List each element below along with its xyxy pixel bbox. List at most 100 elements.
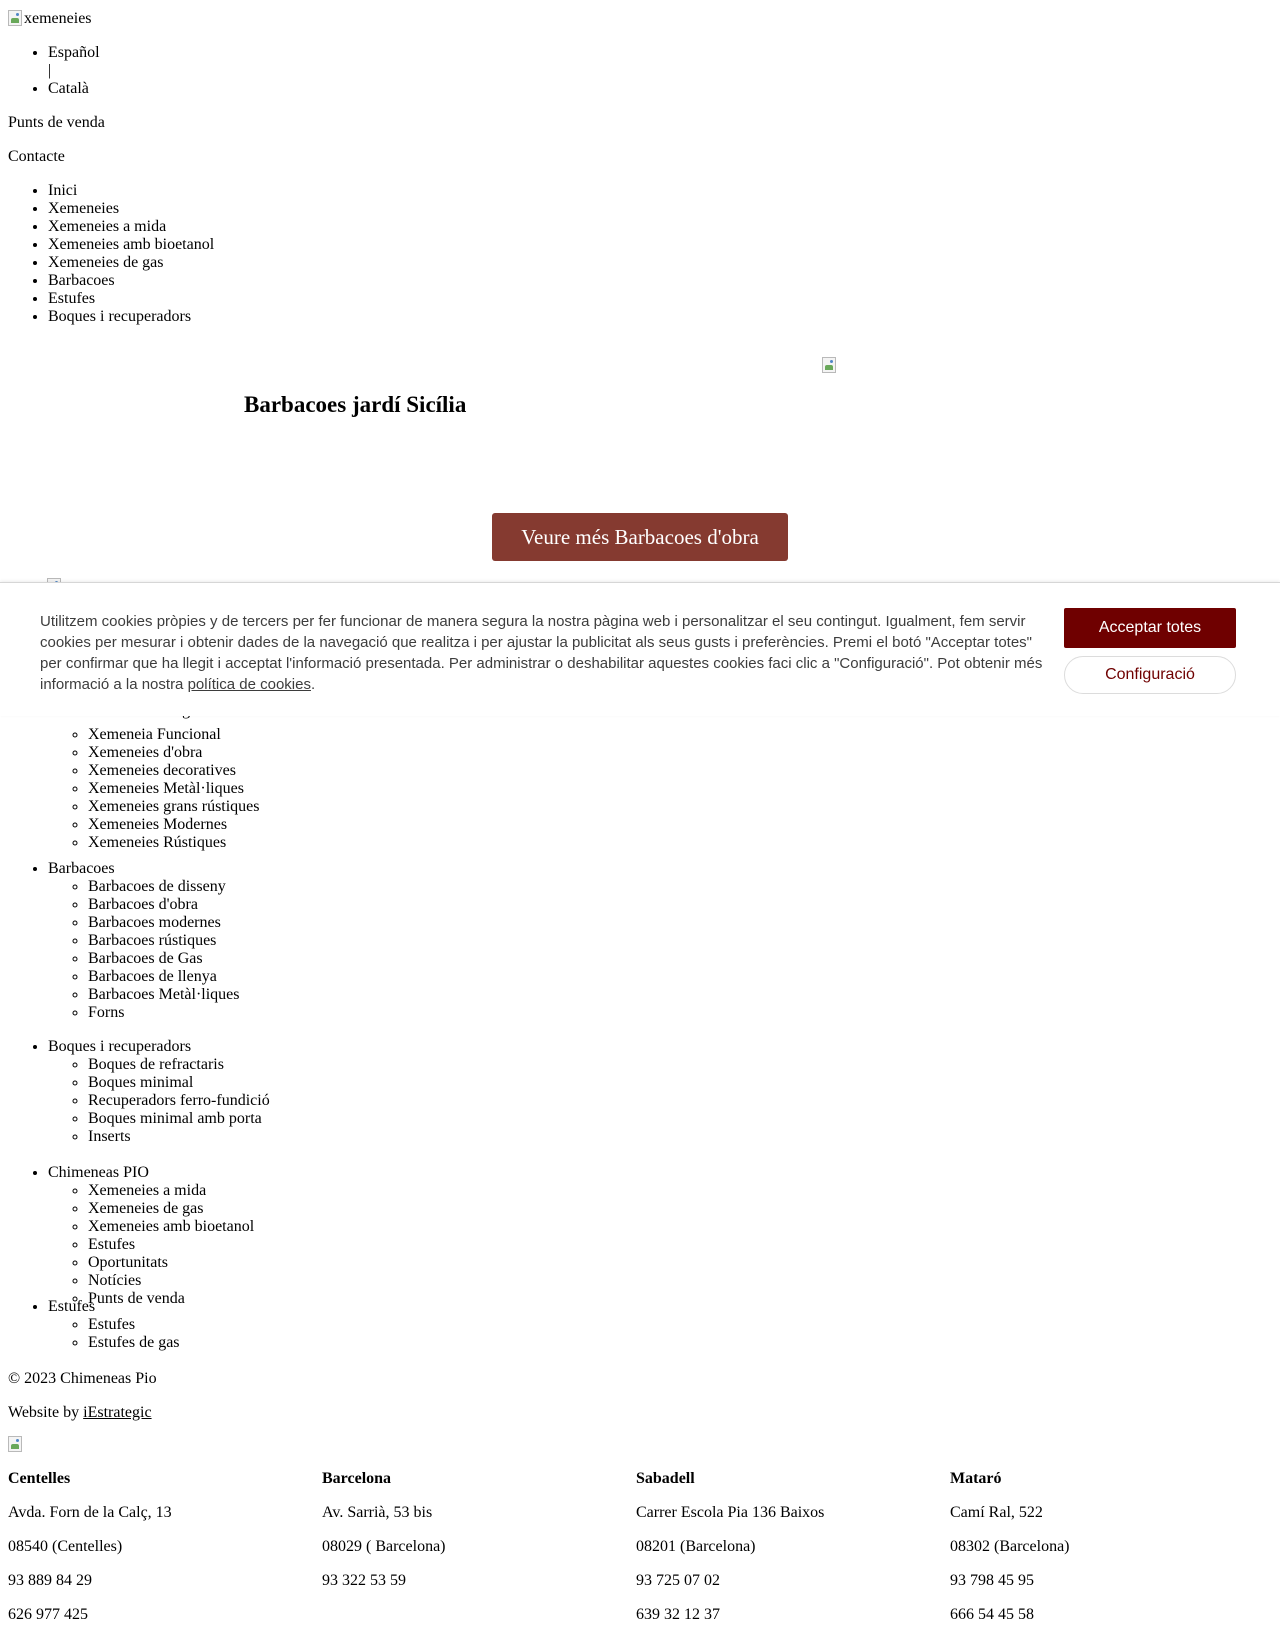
footer-sub-item[interactable]: Xemeneia Funcional [88, 726, 260, 744]
store-mobile[interactable]: 639 32 12 37 [636, 1606, 936, 1624]
logo-alt-text: xemeneies [24, 10, 92, 27]
footer-sub-item[interactable]: Barbacoes de Gas [88, 950, 240, 968]
nav-item-inici[interactable]: Inici [48, 182, 214, 200]
footer-sub-item[interactable]: Barbacoes modernes [88, 914, 240, 932]
store-mobile[interactable]: 666 54 45 58 [950, 1606, 1250, 1624]
footer-sub-item[interactable]: Xemeneies Rústiques [88, 834, 260, 852]
footer-xemeneies-sublist: Xemeneia Funcional Xemeneies d'obra Xeme… [48, 726, 260, 852]
broken-image-icon [822, 357, 836, 373]
footer-sub-item[interactable]: Xemeneies grans rústiques [88, 798, 260, 816]
store-address: Av. Sarrià, 53 bis [322, 1504, 433, 1521]
store-phone[interactable]: 93 322 53 59 [322, 1572, 622, 1590]
nav-item-barbacoes[interactable]: Barbacoes [48, 272, 214, 290]
footer-sub-item[interactable]: Xemeneies amb bioetanol [88, 1218, 254, 1236]
footer-sub-item[interactable]: Barbacoes d'obra [88, 896, 240, 914]
store-city: Centelles [8, 1470, 71, 1487]
store-barcelona: Barcelona Av. Sarrià, 53 bis 08029 ( Bar… [322, 1470, 622, 1606]
footer-group-label[interactable]: Estufes [48, 1298, 95, 1315]
store-mataro: Mataró Camí Ral, 522 08302 (Barcelona) 9… [950, 1470, 1250, 1640]
footer-sub-item[interactable]: Barbacoes Metàl·liques [88, 986, 240, 1004]
footer-sub-item[interactable]: Inserts [88, 1128, 270, 1146]
cookie-banner: Utilitzem cookies pròpies y de tercers p… [0, 582, 1280, 716]
store-address: Avda. Forn de la Calç, 13 [8, 1504, 172, 1521]
link-sales-points[interactable]: Punts de venda [8, 114, 105, 132]
language-switcher: Español | Català [8, 44, 100, 98]
footer-sub-item[interactable]: Xemeneies Modernes [88, 816, 260, 834]
nav-item-xemeneies-a-mida[interactable]: Xemeneies a mida [48, 218, 214, 236]
nav-item-xemeneies-bioetanol[interactable]: Xemeneies amb bioetanol [48, 236, 214, 254]
footer-sub-item[interactable]: Boques de refractaris [88, 1056, 270, 1074]
store-address: Camí Ral, 522 [950, 1504, 1043, 1521]
store-mobile[interactable]: 626 977 425 [8, 1606, 308, 1624]
main-nav: Inici Xemeneies Xemeneies a mida Xemenei… [8, 182, 214, 326]
broken-image-icon [8, 1436, 22, 1452]
website-credit: Website by iEstrategic [8, 1404, 152, 1422]
nav-item-estufes[interactable]: Estufes [48, 290, 214, 308]
cookie-config-button[interactable]: Configuració [1064, 656, 1236, 694]
agency-link[interactable]: iEstrategic [83, 1404, 151, 1421]
footer-sub-item[interactable]: Notícies [88, 1272, 254, 1290]
footer-sub-item[interactable]: Xemeneies Metàl·liques [88, 780, 260, 798]
footer-sub-item[interactable]: Xemeneies de gas [88, 1200, 254, 1218]
footer-sub-item[interactable]: Barbacoes de llenya [88, 968, 240, 986]
store-postal: 08029 ( Barcelona) [322, 1538, 446, 1555]
footer-group-barbacoes: Barbacoes Barbacoes de disseny Barbacoes… [48, 860, 240, 1022]
nav-item-boques[interactable]: Boques i recuperadors [48, 308, 214, 326]
store-centelles: Centelles Avda. Forn de la Calç, 13 0854… [8, 1470, 308, 1640]
nav-item-xemeneies-gas[interactable]: Xemeneies de gas [48, 254, 214, 272]
cookie-text: Utilitzem cookies pròpies y de tercers p… [40, 611, 1050, 695]
footer-sub-item[interactable]: Barbacoes de disseny [88, 878, 240, 896]
cookie-policy-link[interactable]: política de cookies [188, 676, 311, 693]
footer-group-label[interactable]: Boques i recuperadors [48, 1038, 191, 1055]
footer-sub-item[interactable]: Xemeneies decoratives [88, 762, 260, 780]
footer-sub-item[interactable]: Estufes [88, 1236, 254, 1254]
store-phone[interactable]: 93 798 45 95 [950, 1572, 1250, 1590]
footer-sub-item[interactable]: Boques minimal [88, 1074, 270, 1092]
copyright: © 2023 Chimeneas Pio [8, 1370, 157, 1387]
store-postal: 08302 (Barcelona) [950, 1538, 1070, 1555]
footer-sub-item[interactable]: Estufes de gas [88, 1334, 180, 1352]
separator-text: | [48, 62, 52, 79]
broken-image-icon [8, 10, 22, 26]
footer-group-estufes: Estufes Estufes Estufes de gas [48, 1298, 180, 1352]
store-phone[interactable]: 93 889 84 29 [8, 1572, 308, 1590]
product-image [822, 357, 836, 373]
store-postal: 08540 (Centelles) [8, 1538, 123, 1555]
footer-boques-sublist: Boques de refractaris Boques minimal Rec… [48, 1056, 270, 1146]
footer-sub-item[interactable]: Oportunitats [88, 1254, 254, 1272]
footer-pio: Chimeneas PIO Xemeneies a mida Xemeneies… [8, 1164, 254, 1308]
footer-sub-item[interactable]: Recuperadors ferro-fundició [88, 1092, 270, 1110]
footer-estufes-sublist: Estufes Estufes de gas [48, 1316, 180, 1352]
footer-group-boques: Boques i recuperadors Boques de refracta… [48, 1038, 270, 1146]
footer-group-label[interactable]: Barbacoes [48, 860, 115, 877]
footer-sub-item[interactable]: Barbacoes rústiques [88, 932, 240, 950]
lang-es[interactable]: Español [48, 44, 100, 62]
lang-ca-label[interactable]: Català [48, 80, 89, 97]
footer-sub-item[interactable]: Boques minimal amb porta [88, 1110, 270, 1128]
cookie-period: . [310, 676, 316, 693]
site-logo[interactable]: xemeneies [8, 10, 92, 28]
footer-sub-item[interactable]: Estufes [88, 1316, 180, 1334]
footer-boques: Boques i recuperadors Boques de refracta… [8, 1038, 270, 1146]
footer-group-label[interactable]: Chimeneas PIO [48, 1164, 149, 1181]
accept-all-button[interactable]: Acceptar totes [1064, 608, 1236, 648]
footer-barbacoes-sublist: Barbacoes de disseny Barbacoes d'obra Ba… [48, 878, 240, 1022]
footer-sub-item[interactable]: Xemeneies a mida [88, 1182, 254, 1200]
store-sabadell: Sabadell Carrer Escola Pia 136 Baixos 08… [636, 1470, 936, 1640]
footer-group-pio: Chimeneas PIO Xemeneies a mida Xemeneies… [48, 1164, 254, 1308]
nav-item-xemeneies[interactable]: Xemeneies [48, 200, 214, 218]
store-postal: 08201 (Barcelona) [636, 1538, 756, 1555]
store-city: Mataró [950, 1470, 1002, 1487]
footer-pio-sublist: Xemeneies a mida Xemeneies de gas Xemene… [48, 1182, 254, 1308]
lang-es-label[interactable]: Español [48, 44, 100, 61]
view-more-button[interactable]: Veure més Barbacoes d'obra [492, 513, 788, 561]
footer-barbacoes: Barbacoes Barbacoes de disseny Barbacoes… [8, 860, 240, 1022]
link-contact[interactable]: Contacte [8, 148, 65, 166]
lang-separator: | [48, 62, 100, 80]
footer-sub-item[interactable]: Xemeneies d'obra [88, 744, 260, 762]
footer-sub-item[interactable]: Forns [88, 1004, 240, 1022]
store-phone[interactable]: 93 725 07 02 [636, 1572, 936, 1590]
page-title: Barbacoes jardí Sicília [244, 392, 467, 417]
credit-label: Website by [8, 1404, 84, 1421]
lang-ca[interactable]: Català [48, 80, 100, 98]
